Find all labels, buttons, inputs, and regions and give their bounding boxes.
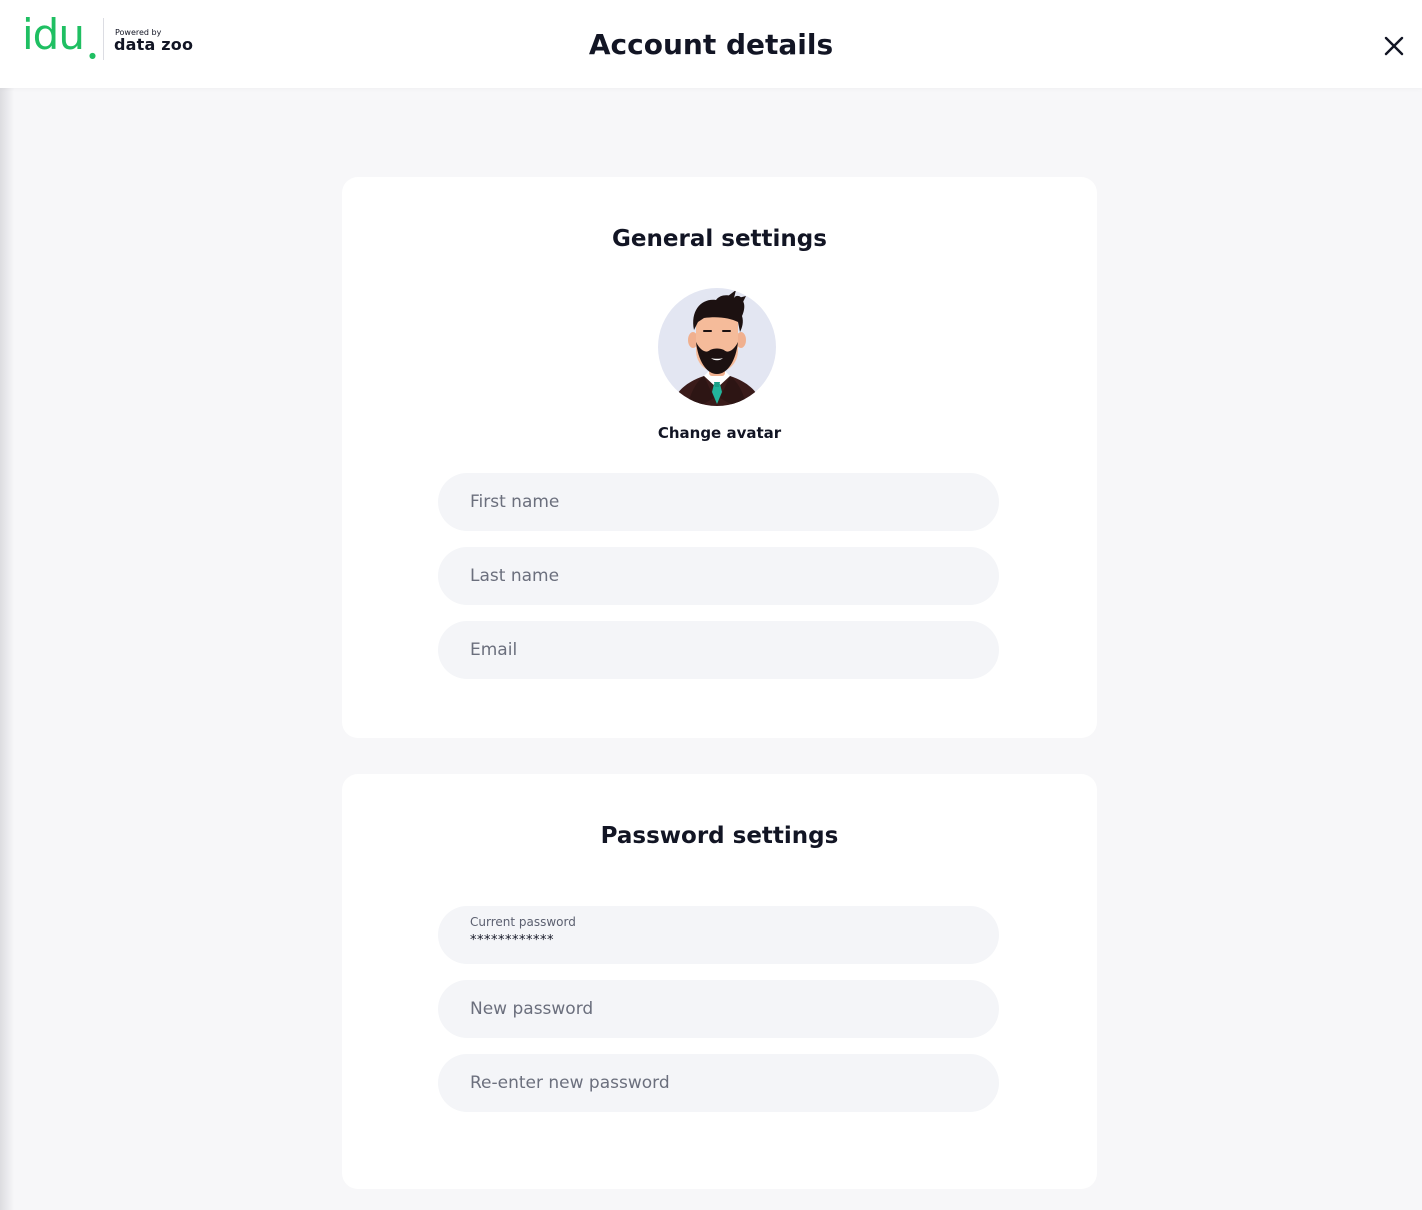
reenter-password-input[interactable]: [438, 1054, 999, 1112]
left-edge-shadow: [0, 0, 14, 1210]
password-settings-title: Password settings: [600, 823, 839, 849]
avatar[interactable]: [658, 288, 776, 406]
close-icon: [1384, 36, 1404, 56]
first-name-input[interactable]: [438, 473, 999, 531]
page-title: Account details: [588, 28, 834, 61]
close-button[interactable]: [1380, 32, 1408, 60]
current-password-label: Current password: [470, 915, 576, 929]
current-password-input[interactable]: Current password ************: [438, 906, 999, 964]
top-header: idu ● Powered by data zoo Account detail…: [0, 0, 1422, 88]
avatar-man-beard-icon: [672, 290, 762, 406]
email-input[interactable]: [438, 621, 999, 679]
last-name-input[interactable]: [438, 547, 999, 605]
general-settings-card: General settings Change avatar First nam…: [342, 177, 1097, 738]
general-settings-title: General settings: [612, 226, 827, 252]
password-settings-card: Password settings Current password *****…: [342, 774, 1097, 1189]
current-password-value: ************: [470, 933, 554, 948]
change-avatar-link[interactable]: Change avatar: [342, 424, 1097, 442]
new-password-input[interactable]: [438, 980, 999, 1038]
